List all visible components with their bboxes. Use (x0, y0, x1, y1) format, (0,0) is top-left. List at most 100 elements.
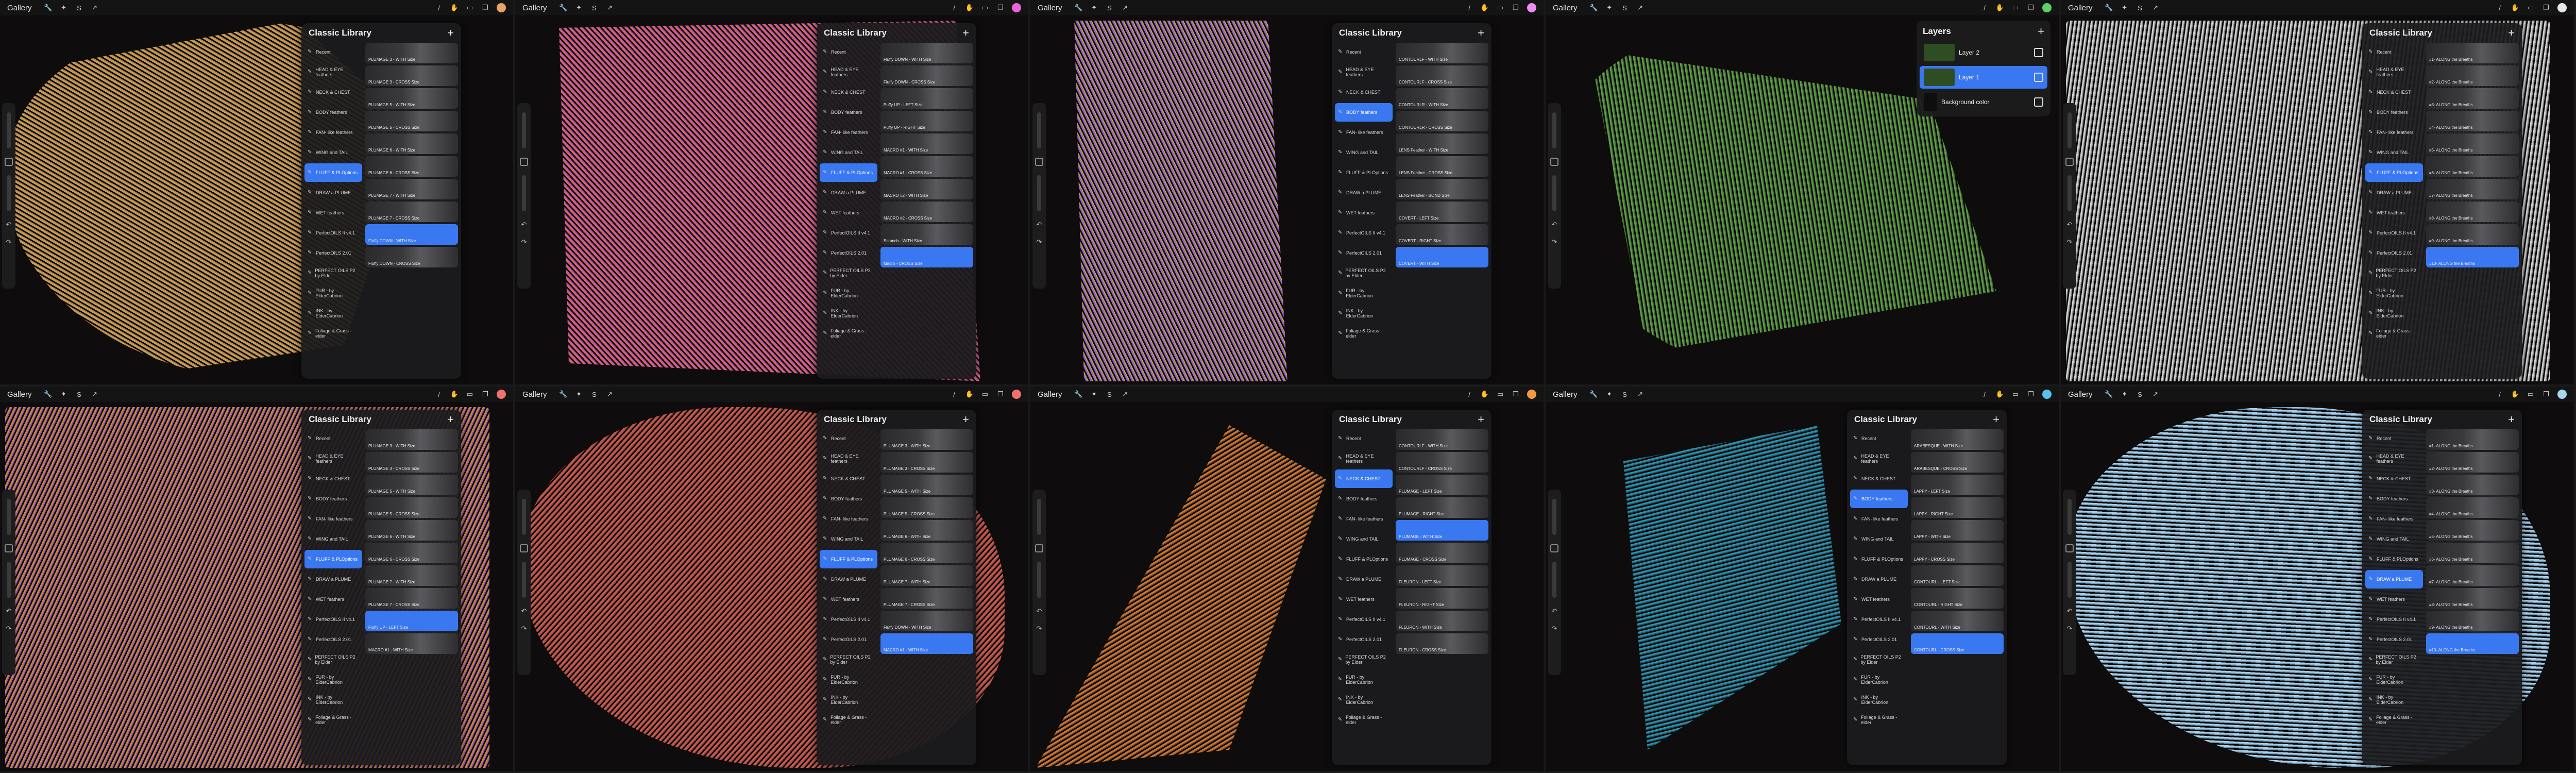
brush-item[interactable]: PLUMAGE - RIGHT Size (1396, 497, 1488, 518)
brush-set-item[interactable]: ✎ NECK & CHEST (2365, 469, 2423, 488)
brush-set-item[interactable]: ✎ Recent (1335, 43, 1393, 61)
brush-set-item[interactable]: ✎ WING and TAIL (2365, 143, 2423, 162)
brush-item[interactable]: Fluffy DOWN - WITH Size (880, 611, 973, 631)
brush-item[interactable]: PLUMAGE 7 - CROSS Size (880, 588, 973, 609)
gallery-button[interactable]: Gallery (522, 4, 547, 12)
color-swatch-button[interactable] (2557, 3, 2567, 12)
brush-item[interactable]: PLUMAGE 6 - WITH Size (365, 520, 458, 541)
brush-item[interactable]: PLUMAGE 3 - WITH Size (365, 429, 458, 450)
brush-set-item[interactable]: ✎ PerfectOILS 2.01 (1335, 244, 1393, 262)
brush-item[interactable]: Macro - CROSS Size (880, 247, 973, 267)
transform-icon[interactable]: ↗ (2151, 390, 2160, 398)
magic-wand-icon[interactable]: ✦ (2121, 390, 2129, 398)
brush-set-item[interactable]: ✎ FAN- like feathers (820, 123, 877, 142)
transform-icon[interactable]: ↗ (1636, 4, 1645, 12)
brush-item[interactable]: PLUMAGE - WITH Size (1396, 520, 1488, 541)
add-brush-set-button[interactable]: + (962, 413, 969, 426)
brush-item[interactable]: PLUMAGE 7 - CROSS Size (365, 588, 458, 609)
gallery-button[interactable]: Gallery (7, 4, 32, 12)
brush-icon[interactable]: / (435, 390, 443, 398)
brush-set-item[interactable]: ✎ BODY feathers (1335, 103, 1393, 122)
add-brush-set-button[interactable]: + (447, 26, 454, 40)
transform-icon[interactable]: ↗ (91, 390, 99, 398)
brush-set-item[interactable]: ✎ PERFECT OILS P2 by Elder (820, 650, 877, 669)
eraser-icon[interactable]: ▭ (1496, 390, 1504, 398)
brush-set-item[interactable]: ✎ FUR - by ElderCabrion (1335, 670, 1393, 689)
color-swatch-button[interactable] (1527, 390, 1536, 399)
brush-set-item[interactable]: ✎ FUR - by ElderCabrion (820, 670, 877, 689)
eraser-icon[interactable]: ▭ (2527, 390, 2535, 398)
selection-icon[interactable]: S (1621, 390, 1629, 398)
brush-set-item[interactable]: ✎ BODY feathers (820, 103, 877, 122)
opacity-slider[interactable] (522, 175, 526, 211)
brush-size-slider[interactable] (7, 112, 11, 148)
brush-set-item[interactable]: ✎ WING and TAIL (1335, 143, 1393, 162)
brush-item[interactable]: COVERT - RIGHT Size (1396, 224, 1488, 245)
brush-set-item[interactable]: ✎ BODY feathers (2365, 490, 2423, 508)
undo-icon[interactable]: ↶ (6, 221, 12, 229)
brush-set-item[interactable]: ✎ FUR - by ElderCabrion (820, 284, 877, 303)
brush-set-item[interactable]: ✎ BODY feathers (304, 490, 362, 508)
layer-row[interactable]: Background color (1920, 91, 2047, 113)
transform-icon[interactable]: ↗ (2151, 4, 2160, 12)
brush-item[interactable]: PLUMAGE 5 - WITH Size (365, 88, 458, 109)
brush-set-item[interactable]: ✎ DRAW a PLUME (1850, 570, 1908, 589)
gallery-button[interactable]: Gallery (522, 390, 547, 399)
brush-set-item[interactable]: ✎ INK - by ElderCabrion (304, 304, 362, 323)
brush-set-item[interactable]: ✎ PERFECT OILS P2 by Elder (2365, 264, 2423, 282)
brush-set-item[interactable]: ✎ FAN- like feathers (2365, 123, 2423, 142)
eraser-icon[interactable]: ▭ (981, 4, 989, 12)
brush-set-item[interactable]: ✎ FUR - by ElderCabrion (304, 284, 362, 303)
brush-set-item[interactable]: ✎ FLUFF & PLOptions (2365, 163, 2423, 182)
brush-set-item[interactable]: ✎ FAN- like feathers (1335, 123, 1393, 142)
brush-set-item[interactable]: ✎ Foliage & Grass - elder (1850, 711, 1908, 729)
modify-button[interactable] (520, 158, 528, 166)
selection-icon[interactable]: S (2136, 390, 2144, 398)
selection-icon[interactable]: S (2136, 4, 2144, 12)
brush-item[interactable]: Fluffy UP - LEFT Size (365, 611, 458, 631)
brush-item[interactable]: LAPPY - LEFT Size (1911, 475, 2004, 495)
add-brush-set-button[interactable]: + (1478, 26, 1484, 40)
wrench-icon[interactable]: 🔧 (2105, 390, 2113, 398)
smudge-icon[interactable]: ✋ (1996, 4, 2004, 12)
brush-set-item[interactable]: ✎ PERFECT OILS P2 by Elder (2365, 650, 2423, 669)
brush-set-item[interactable]: ✎ NECK & CHEST (304, 469, 362, 488)
brush-set-item[interactable]: ✎ NECK & CHEST (820, 83, 877, 102)
brush-set-item[interactable]: ✎ HEAD & EYE feathers (1850, 449, 1908, 468)
add-brush-set-button[interactable]: + (2508, 26, 2515, 40)
layers-icon[interactable]: ❐ (996, 390, 1005, 398)
opacity-slider[interactable] (7, 175, 11, 211)
add-brush-set-button[interactable]: + (962, 26, 969, 40)
brush-set-item[interactable]: ✎ FUR - by ElderCabrion (1850, 670, 1908, 689)
brush-item[interactable]: FLEURON - LEFT Size (1396, 565, 1488, 586)
brush-set-item[interactable]: ✎ INK - by ElderCabrion (2365, 304, 2423, 323)
brush-set-item[interactable]: ✎ FLUFF & PLOptions (304, 163, 362, 182)
brush-set-item[interactable]: ✎ Recent (1335, 429, 1393, 448)
brush-set-item[interactable]: ✎ FUR - by ElderCabrion (1335, 284, 1393, 303)
opacity-slider[interactable] (1552, 175, 1556, 211)
wrench-icon[interactable]: 🔧 (44, 4, 52, 12)
brush-set-item[interactable]: ✎ INK - by ElderCabrion (1335, 691, 1393, 709)
undo-icon[interactable]: ↶ (1552, 607, 1557, 615)
brush-set-item[interactable]: ✎ HEAD & EYE feathers (1335, 63, 1393, 81)
gallery-button[interactable]: Gallery (2068, 390, 2093, 399)
brush-item[interactable]: LENS Feather - CROSS Size (1396, 156, 1488, 177)
brush-set-item[interactable]: ✎ NECK & CHEST (820, 469, 877, 488)
color-swatch-button[interactable] (2042, 390, 2052, 399)
eraser-icon[interactable]: ▭ (981, 390, 989, 398)
modify-button[interactable] (1035, 544, 1043, 552)
brush-icon[interactable]: / (1465, 4, 1473, 12)
color-swatch-button[interactable] (1527, 3, 1536, 12)
brush-set-item[interactable]: ✎ HEAD & EYE feathers (2365, 449, 2423, 468)
brush-size-slider[interactable] (1552, 112, 1556, 148)
brush-set-item[interactable]: ✎ INK - by ElderCabrion (2365, 691, 2423, 709)
wrench-icon[interactable]: 🔧 (2105, 4, 2113, 12)
transform-icon[interactable]: ↗ (1121, 390, 1129, 398)
brush-set-item[interactable]: ✎ BODY feathers (1850, 490, 1908, 508)
redo-icon[interactable]: ↷ (1037, 625, 1042, 633)
brush-set-item[interactable]: ✎ PerfectOILS II v4.1 (2365, 610, 2423, 629)
brush-item[interactable]: CONTOURLR - CROSS Size (1396, 111, 1488, 131)
brush-set-item[interactable]: ✎ PERFECT OILS P2 by Elder (820, 264, 877, 282)
layers-icon[interactable]: ❐ (481, 390, 489, 398)
brush-item[interactable]: Fluffy DOWN - WITH Size (365, 224, 458, 245)
